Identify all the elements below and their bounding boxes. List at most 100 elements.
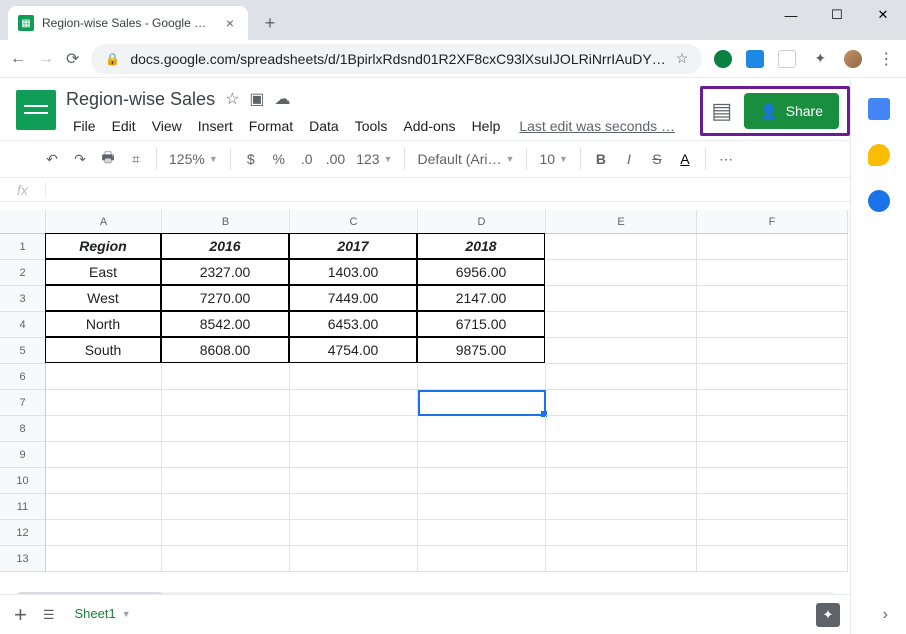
cell[interactable] [546, 390, 697, 416]
decrease-decimal-icon[interactable]: .0 [295, 146, 319, 172]
cell[interactable] [162, 494, 290, 520]
cell[interactable] [46, 468, 162, 494]
cell[interactable] [290, 520, 418, 546]
menu-data[interactable]: Data [302, 114, 346, 138]
reload-icon[interactable]: ⟳ [66, 49, 79, 69]
cell[interactable] [162, 442, 290, 468]
cell[interactable]: 4754.00 [289, 337, 417, 363]
cell[interactable]: 8542.00 [161, 311, 289, 337]
percent-icon[interactable]: % [267, 146, 291, 172]
column-header[interactable]: F [697, 210, 848, 234]
text-color-icon[interactable]: A [673, 146, 697, 172]
cell[interactable] [546, 416, 697, 442]
last-edit-link[interactable]: Last edit was seconds … [519, 118, 675, 134]
cell[interactable] [162, 546, 290, 572]
row-header[interactable]: 1 [0, 234, 46, 260]
italic-icon[interactable]: I [617, 146, 641, 172]
menu-tools[interactable]: Tools [348, 114, 395, 138]
row-header[interactable]: 10 [0, 468, 46, 494]
all-sheets-icon[interactable]: ☰ [43, 607, 55, 623]
sheet-menu-icon[interactable]: ▼ [122, 609, 131, 619]
increase-decimal-icon[interactable]: .00 [323, 146, 348, 172]
cell[interactable]: 2017 [289, 233, 417, 259]
cell[interactable] [418, 442, 546, 468]
cell[interactable] [418, 468, 546, 494]
cell[interactable] [418, 546, 546, 572]
cell[interactable] [290, 442, 418, 468]
menu-help[interactable]: Help [465, 114, 508, 138]
side-panel-toggle-icon[interactable]: › [883, 606, 888, 624]
bold-icon[interactable]: B [589, 146, 613, 172]
cell[interactable] [697, 468, 848, 494]
cell[interactable] [46, 416, 162, 442]
cell[interactable] [418, 416, 546, 442]
star-doc-icon[interactable]: ☆ [225, 89, 239, 109]
row-header[interactable]: 4 [0, 312, 46, 338]
cell[interactable]: 2018 [417, 233, 545, 259]
sheets-logo-icon[interactable] [16, 90, 56, 130]
row-header[interactable]: 13 [0, 546, 46, 572]
cell[interactable] [697, 234, 848, 260]
ext-blue-icon[interactable] [746, 50, 764, 68]
cell[interactable] [418, 520, 546, 546]
cell[interactable] [697, 442, 848, 468]
currency-icon[interactable]: $ [239, 146, 263, 172]
cell[interactable] [697, 520, 848, 546]
cell[interactable] [546, 312, 697, 338]
column-header[interactable]: A [46, 210, 162, 234]
cell[interactable]: North [45, 311, 161, 337]
cell[interactable] [162, 390, 290, 416]
row-header[interactable]: 8 [0, 416, 46, 442]
cell[interactable] [546, 286, 697, 312]
redo-icon[interactable]: ↷ [68, 146, 92, 172]
cell[interactable] [697, 338, 848, 364]
cell[interactable]: 2147.00 [417, 285, 545, 311]
cell[interactable] [546, 468, 697, 494]
cell[interactable] [697, 546, 848, 572]
explore-icon[interactable]: ✦ [816, 603, 840, 627]
cell[interactable] [162, 468, 290, 494]
menu-edit[interactable]: Edit [105, 114, 143, 138]
menu-format[interactable]: Format [242, 114, 300, 138]
cell[interactable] [697, 260, 848, 286]
minimize-icon[interactable]: ― [768, 0, 814, 30]
column-header[interactable]: E [546, 210, 697, 234]
cell[interactable] [290, 364, 418, 390]
profile-avatar-icon[interactable] [844, 50, 862, 68]
row-header[interactable]: 6 [0, 364, 46, 390]
undo-icon[interactable]: ↶ [40, 146, 64, 172]
cell[interactable] [697, 390, 848, 416]
cell[interactable] [418, 390, 546, 416]
cell[interactable] [697, 494, 848, 520]
close-window-icon[interactable]: ✕ [860, 0, 906, 30]
print-icon[interactable]: 🖶 [96, 146, 120, 172]
cell[interactable] [546, 364, 697, 390]
cell[interactable] [290, 494, 418, 520]
ext-grammarly-icon[interactable] [714, 50, 732, 68]
cell[interactable] [46, 520, 162, 546]
cell[interactable] [697, 364, 848, 390]
maximize-icon[interactable]: ☐ [814, 0, 860, 30]
row-header[interactable]: 2 [0, 260, 46, 286]
share-button[interactable]: 👤 Share [744, 93, 839, 129]
cell[interactable] [46, 442, 162, 468]
row-header[interactable]: 11 [0, 494, 46, 520]
font-dropdown[interactable]: Default (Ari…▼ [413, 151, 518, 167]
cell[interactable]: 1403.00 [289, 259, 417, 285]
cell[interactable]: 6715.00 [417, 311, 545, 337]
cell[interactable] [162, 520, 290, 546]
tasks-icon[interactable] [868, 190, 890, 212]
select-all-corner[interactable] [0, 210, 46, 234]
cell[interactable] [290, 546, 418, 572]
cell[interactable]: 2327.00 [161, 259, 289, 285]
row-header[interactable]: 3 [0, 286, 46, 312]
row-header[interactable]: 7 [0, 390, 46, 416]
spreadsheet-grid[interactable]: ABCDEF 1Region2016201720182East2327.0014… [0, 210, 850, 590]
cell[interactable] [546, 546, 697, 572]
cell[interactable] [290, 390, 418, 416]
cell[interactable]: 6453.00 [289, 311, 417, 337]
cell[interactable] [162, 364, 290, 390]
formula-input[interactable] [46, 178, 906, 201]
cell[interactable] [546, 234, 697, 260]
more-tools-icon[interactable]: ⋯ [714, 146, 738, 172]
